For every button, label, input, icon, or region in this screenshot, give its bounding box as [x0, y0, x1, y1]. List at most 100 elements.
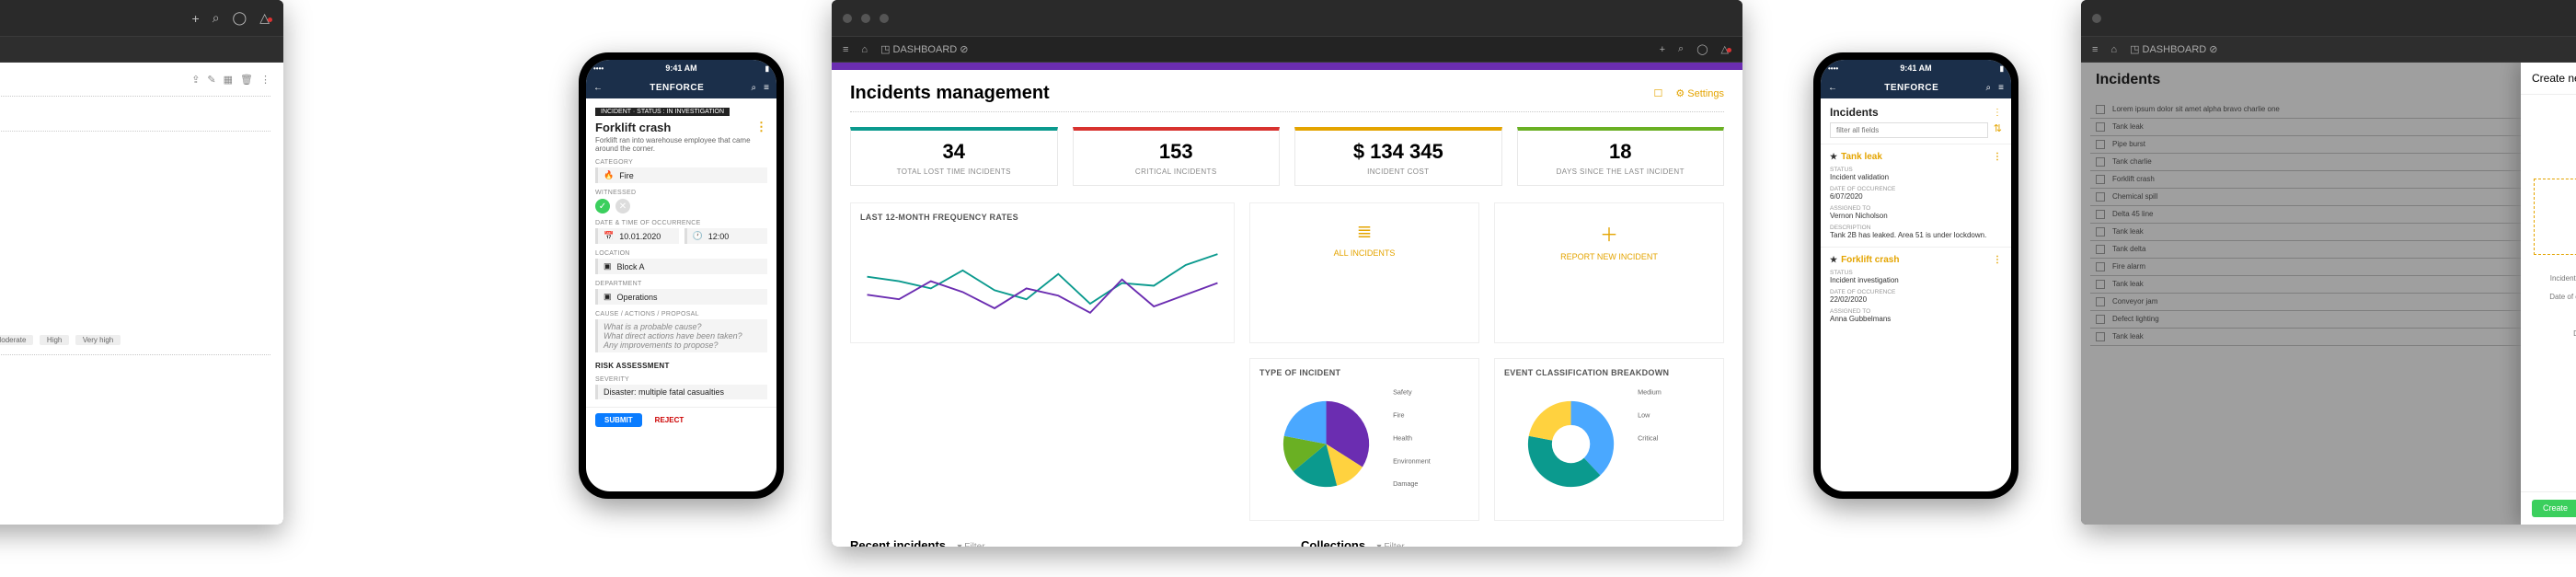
menu-icon[interactable]: ≡ [843, 44, 848, 55]
incident-card[interactable]: ★Tank leak⋮ STATUSIncident validation DA… [1821, 144, 2011, 247]
bookmark-icon[interactable]: ☐ [1653, 87, 1662, 99]
search-icon[interactable]: ⌕ [1678, 43, 1684, 55]
signal-icon: •••• [1828, 64, 1838, 73]
back-icon[interactable]: ← [1828, 83, 1837, 93]
bell-icon[interactable]: △ [259, 10, 272, 26]
delete-icon[interactable]: 🗑 [240, 74, 253, 86]
cause-placeholder[interactable]: What is a probable cause? What direct ac… [595, 319, 767, 352]
svg-text:Low: Low [1638, 411, 1650, 420]
toggle-yes[interactable]: ✓ [595, 199, 610, 213]
pie2-title: EVENT CLASSIFICATION BREAKDOWN [1504, 368, 1714, 377]
title-label: Title [2534, 112, 2576, 121]
svg-text:Damage: Damage [1393, 479, 1418, 488]
line-chart [860, 229, 1225, 333]
create-button[interactable]: Create [2532, 500, 2576, 517]
photos-label: Photos [2534, 159, 2576, 167]
bell-icon[interactable]: △ [1721, 43, 1731, 55]
user-icon[interactable]: ◯ [233, 10, 247, 26]
recent-title: Recent incidents [850, 538, 946, 547]
settings-link[interactable]: ⚙ Settings [1675, 87, 1724, 99]
star-icon[interactable]: ★ [1830, 152, 1837, 161]
brand: TENFORCE [1845, 83, 1979, 93]
more-icon[interactable]: ⋮ [1993, 152, 2002, 162]
pie2-panel: EVENT CLASSIFICATION BREAKDOWN MediumLow… [1494, 358, 1724, 521]
incident-title: Forklift crash [595, 121, 671, 134]
share-icon[interactable]: ⇪ [191, 74, 200, 86]
location-label: LOCATION [595, 250, 767, 257]
time-value[interactable]: 🕐 12:00 [684, 228, 768, 244]
department-label: DEPARTMENT [595, 281, 767, 287]
department-label: Department [2534, 329, 2576, 338]
image-icon: 🖼 [2553, 198, 2576, 222]
categories-label: Incident categories [2534, 274, 2576, 283]
department-value[interactable]: ▣ Operations [595, 289, 767, 305]
search-icon[interactable]: ⌕ [213, 10, 220, 26]
titlebar: + ⌕ ◯ △ [0, 0, 283, 37]
recent-filter[interactable]: ▾ Filter [957, 542, 984, 547]
freq-title: LAST 12-MONTH FREQUENCY RATES [860, 213, 1225, 222]
home-icon[interactable]: ⌂ [861, 44, 868, 55]
incident-subtitle: Forklift ran into warehouse employee tha… [595, 136, 767, 153]
more-icon[interactable]: ⋮ [755, 120, 767, 134]
category-value[interactable]: 🔥 Fire [595, 167, 767, 183]
date-value[interactable]: 📅 10.01.2020 [595, 228, 679, 244]
breadcrumb[interactable]: ◳ DASHBOARD ⊘ [880, 43, 968, 55]
witnessed-toggle[interactable]: ✓ ✕ [595, 199, 767, 213]
kpi-card[interactable]: $ 134 345INCIDENT COST [1294, 127, 1502, 186]
more-icon[interactable]: ⋮ [260, 74, 270, 86]
window-create: ≡ ⌂ ◳ DASHBOARD ⊘ Incidents Lorem ipsum … [2081, 0, 2576, 525]
back-icon[interactable]: ← [593, 83, 603, 93]
reject-button[interactable]: REJECT [651, 413, 688, 427]
search-icon[interactable]: ⌕ [1986, 83, 1992, 93]
more-icon[interactable]: ⋮ [1993, 108, 2002, 118]
more-icon[interactable]: ⋮ [1993, 255, 2002, 265]
clock: 9:41 AM [1900, 63, 1931, 73]
severity-value[interactable]: Disaster: multiple fatal casualties [595, 385, 767, 399]
date-label: Date of occurrence [2534, 293, 2576, 301]
search-icon[interactable]: ⌕ [752, 83, 757, 93]
status-chip: INCIDENT · STATUS : IN INVESTIGATION [595, 108, 730, 116]
location-label: Location [2534, 311, 2576, 319]
kpi-card[interactable]: 153CRITICAL INCIDENTS [1073, 127, 1281, 186]
menu-icon[interactable]: ≡ [2092, 44, 2098, 55]
pie-chart-type: SafetyFireHealthEnvironmentDamage [1259, 377, 1469, 511]
kpi-card[interactable]: 34TOTAL LOST TIME INCIDENTS [850, 127, 1058, 186]
breadcrumb[interactable]: ◳ DASHBOARD ⊘ [2130, 43, 2217, 55]
desc-label: Description [2534, 137, 2576, 145]
menu-icon[interactable]: ≡ [764, 83, 769, 93]
nav-toolbar: ≡ ⌂ ◳ DASHBOARD ⊘ + ⌕ ◯ △ [832, 37, 1742, 63]
grid-icon[interactable]: ▦ [224, 74, 233, 86]
svg-text:Fire: Fire [1393, 411, 1405, 420]
list-icon: ≣ [1259, 220, 1469, 243]
home-icon[interactable]: ⌂ [2110, 44, 2117, 55]
incident-card[interactable]: ★Forklift crash⋮ STATUSIncident investig… [1821, 247, 2011, 330]
submit-button[interactable]: SUBMIT [595, 413, 642, 427]
edit-icon[interactable]: ✎ [207, 74, 215, 86]
dropzone[interactable]: 🖼 BROWSE / DROP FILES HERE [2534, 179, 2576, 255]
svg-text:Environment: Environment [1393, 456, 1431, 465]
brand: TENFORCE [610, 83, 744, 93]
collections-filter[interactable]: ▾ Filter [1377, 542, 1405, 547]
location-value[interactable]: ▣ Block A [595, 259, 767, 274]
report-incident-button[interactable]: ＋ REPORT NEW INCIDENT [1494, 202, 1724, 343]
severity-label: SEVERITY [595, 376, 767, 383]
create-modal: Create new 'Incidents' item ✕ Title Desc… [2521, 63, 2576, 525]
pie-chart-class: MediumLowCritical [1504, 377, 1714, 511]
user-icon[interactable]: ◯ [1696, 43, 1708, 55]
list-title: Incidents [1830, 106, 1879, 119]
kpi-row: 34TOTAL LOST TIME INCIDENTS 153CRITICAL I… [850, 127, 1724, 186]
toggle-no[interactable]: ✕ [615, 199, 630, 213]
risk-pills[interactable]: No risk Low Moderate High Very high [0, 335, 124, 345]
signal-icon: •••• [593, 64, 604, 73]
plus-icon[interactable]: + [1660, 44, 1665, 55]
all-incidents-button[interactable]: ≣ ALL INCIDENTS [1249, 202, 1479, 343]
plus-icon: ＋ [1504, 220, 1714, 247]
menu-icon[interactable]: ≡ [1998, 83, 2004, 93]
datetime-label: DATE & TIME OF OCCURRENCE [595, 220, 767, 226]
body-text: on equipment handling. [0, 196, 270, 206]
sort-icon[interactable]: ⇅ [1994, 122, 2002, 138]
kpi-card[interactable]: 18DAYS SINCE THE LAST INCIDENT [1517, 127, 1725, 186]
plus-icon[interactable]: + [192, 11, 200, 26]
star-icon[interactable]: ★ [1830, 255, 1837, 264]
filter-input[interactable] [1830, 122, 1988, 138]
